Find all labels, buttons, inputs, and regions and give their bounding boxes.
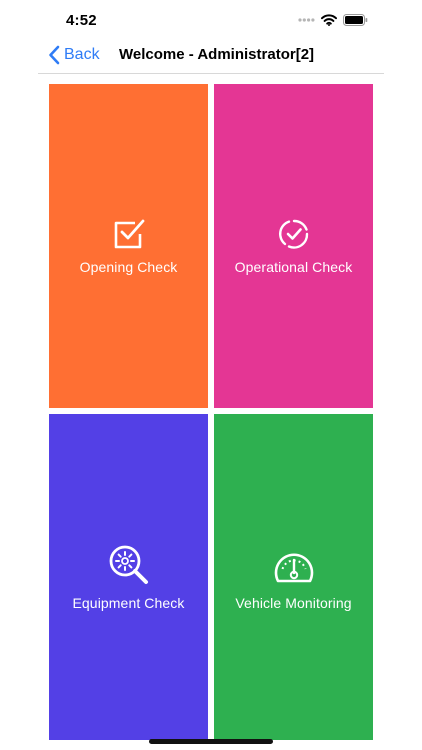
opening-check-tile[interactable]: Opening Check (49, 84, 208, 408)
equipment-check-tile[interactable]: Equipment Check (49, 414, 208, 740)
battery-icon (343, 14, 368, 26)
checkbox-icon (114, 219, 144, 249)
status-icons (298, 14, 368, 26)
home-indicator[interactable] (149, 739, 273, 744)
back-button[interactable]: Back (48, 45, 100, 65)
magnifier-gear-icon (109, 545, 148, 584)
navigation-bar: Back Welcome - Administrator[2] (38, 40, 384, 74)
back-button-label: Back (64, 46, 100, 63)
status-bar: 4:52 (0, 0, 422, 40)
signal-dots-icon (298, 18, 315, 22)
speedometer-icon (274, 553, 313, 583)
equipment-check-label: Equipment Check (72, 595, 185, 611)
page-title: Welcome - Administrator[2] (119, 46, 315, 63)
vehicle-monitoring-tile[interactable]: Vehicle Monitoring (214, 414, 373, 740)
circle-check-icon (278, 219, 308, 249)
opening-check-label: Opening Check (79, 259, 178, 275)
wifi-icon (321, 14, 337, 26)
menu-grid: Opening Check Operational Check Equipmen… (49, 84, 373, 740)
status-time: 4:52 (66, 12, 97, 29)
vehicle-monitoring-label: Vehicle Monitoring (235, 595, 352, 611)
chevron-left-icon (49, 45, 60, 65)
operational-check-label: Operational Check (234, 259, 353, 275)
operational-check-tile[interactable]: Operational Check (214, 84, 373, 408)
